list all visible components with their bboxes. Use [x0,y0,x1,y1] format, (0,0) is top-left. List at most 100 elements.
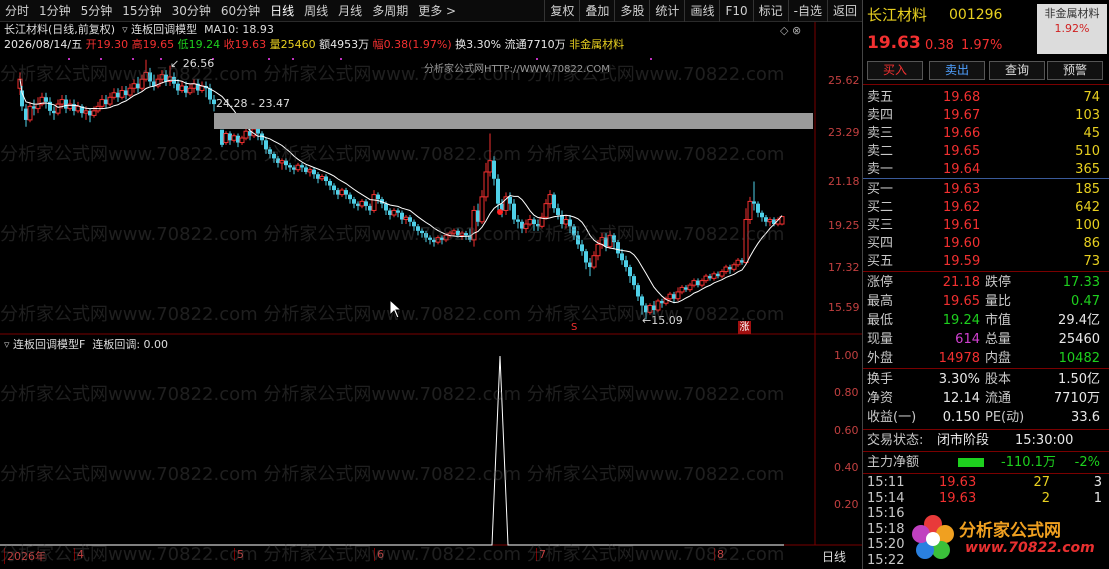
trade-button-0[interactable]: 买入 [867,61,923,80]
stat-row: 现量 614 总量 25460 [863,330,1109,349]
candle-body [148,72,152,82]
candle-body [412,221,416,227]
sub-tick-label: 1.00 [834,349,859,362]
ask-row[interactable]: 卖一 19.64 365 [863,160,1109,179]
tick-time: 15:18 [867,521,905,537]
candle-body [179,85,185,92]
low-label: 低 [177,38,189,51]
level-price: 19.66 [943,126,981,141]
candle-body [660,300,664,304]
stat-row: 涨停 21.18 跌停 17.33 [863,273,1109,292]
pane-menu-icons[interactable]: ◇ ⊗ [780,24,801,37]
candle-body [384,203,388,211]
time-tick-label: 6 [374,548,384,561]
tick-time: 15:11 [867,475,905,490]
candle-body [64,99,68,109]
candle-body [400,212,404,220]
candle-body [696,280,700,286]
candle-body [479,196,485,223]
volume-value: 25460 [280,38,316,51]
candle-body [543,203,549,218]
stat-label: 最高 [867,294,894,309]
price-tick-label: 19.25 [828,219,860,232]
ask-row[interactable]: 卖二 19.65 510 [863,142,1109,161]
marker-zhang: 涨 [738,321,751,334]
sector-value[interactable]: 非金属材料 [569,38,624,51]
time-tick-label: 8 [714,548,724,561]
ask-row[interactable]: 卖五 19.68 74 [863,88,1109,107]
open-label: 开 [85,38,97,51]
bid-row[interactable]: 买二 19.62 642 [863,198,1109,217]
candle-body [632,276,636,286]
stat-label: 换手 [867,372,894,387]
divider [863,271,1109,272]
level-price: 19.63 [943,182,981,197]
candle-body [572,226,576,236]
sub-indicator-name[interactable]: 连板回调模型F [13,338,85,351]
level-label: 买五 [867,254,894,269]
candle-body [699,280,705,286]
bid-row[interactable]: 买三 19.61 100 [863,216,1109,235]
candle-body [432,239,436,243]
stat-label: 跌停 [985,275,1012,290]
candle-body [143,71,149,80]
candle-body [359,200,365,207]
level-volume: 365 [1075,162,1100,177]
watermark-url: 分析家公式网HTTP://WWW.70822.COM [424,64,610,75]
indicator-name[interactable]: 连板回调模型 [131,23,197,36]
bid-row[interactable]: 买五 19.59 73 [863,252,1109,271]
level-volume: 45 [1083,126,1100,141]
candle-body [391,209,397,216]
dropdown-icon[interactable]: ▿ [119,23,128,36]
price-change: 0.38 [925,38,954,53]
candle-body [711,273,717,279]
candle-body [760,212,764,218]
candle-body [107,96,113,105]
tick-time: 15:16 [867,506,905,521]
stat-label: 内盘 [985,351,1012,366]
high-label: 高 [131,38,143,51]
trade-button-3[interactable]: 预警 [1047,61,1103,80]
stat-label: 现量 [867,332,894,347]
level-volume: 100 [1075,218,1100,233]
kline-chart[interactable] [0,0,862,569]
candle-body [456,230,460,236]
sub-indicator-value: 连板回调: 0.00 [92,338,169,351]
candle-body [236,135,240,143]
tick-count: 1 [1093,490,1102,506]
float-value: 流通7710万 [504,38,566,51]
status-time: 15:30:00 [1015,433,1074,448]
time-tick-label: 7 [536,548,546,561]
level-volume: 74 [1083,90,1100,105]
candle-body [116,92,120,98]
candle-body [44,97,48,102]
stat-value: 21.18 [942,275,980,290]
sector-label: 非金属材料 [1044,7,1100,20]
candle-body [124,90,128,96]
candle-body [268,149,272,154]
candle-body [159,74,165,80]
candle-body [723,266,729,273]
bid-row[interactable]: 买四 19.60 86 [863,234,1109,253]
bid-row[interactable]: 买一 19.63 185 [863,180,1109,199]
level-price: 19.65 [943,144,981,159]
candle-body [536,224,540,227]
sub-dropdown-icon[interactable]: ▿ [4,338,13,351]
trade-button-2[interactable]: 查询 [989,61,1045,80]
flower-logo-icon [912,515,954,559]
candle-body [304,167,308,172]
sub-tick-label: 0.80 [834,386,859,399]
price-tick-label: 25.62 [828,74,860,87]
candle-body [339,189,345,196]
period-label[interactable]: 日线 [822,548,846,565]
candle-body [75,105,81,112]
ask-row[interactable]: 卖四 19.67 103 [863,106,1109,125]
divider [863,473,1109,474]
event-marker [268,58,270,60]
level-volume: 73 [1083,254,1100,269]
level-label: 买四 [867,236,894,251]
trade-button-1[interactable]: 卖出 [929,61,985,80]
stat-label: 总量 [985,332,1012,347]
ask-row[interactable]: 卖三 19.66 45 [863,124,1109,143]
candle-body [471,209,477,241]
